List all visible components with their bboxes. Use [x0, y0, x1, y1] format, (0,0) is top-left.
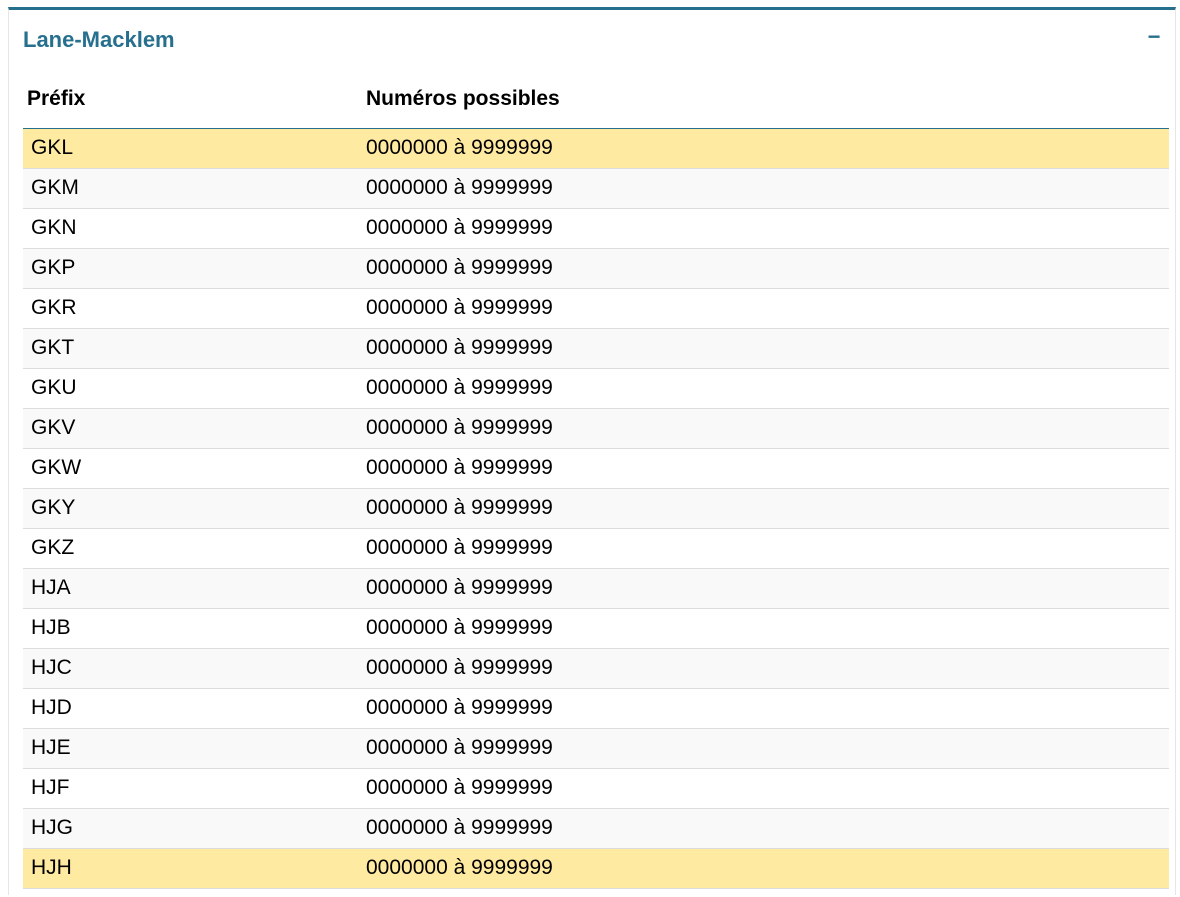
- prefix-cell: HJH: [23, 848, 366, 889]
- numbers-cell: 0000000 à 9999999: [366, 488, 1169, 529]
- numbers-cell: 0000000 à 9999999: [366, 208, 1169, 249]
- prefix-cell: GKR: [23, 288, 366, 329]
- prefix-cell: HJA: [23, 568, 366, 609]
- table-row: GKY 0000000 à 9999999: [23, 488, 1169, 529]
- prefix-cell: GKT: [23, 328, 366, 369]
- table-row: GKR 0000000 à 9999999: [23, 288, 1169, 329]
- table-row: HJG 0000000 à 9999999: [23, 808, 1169, 849]
- prefix-cell: GKP: [23, 248, 366, 289]
- prefix-cell: GKW: [23, 448, 366, 489]
- prefix-cell: HJF: [23, 768, 366, 809]
- column-header-numbers: Numéros possibles: [366, 76, 1169, 129]
- prefix-cell: HJB: [23, 608, 366, 649]
- table-header: Préfix Numéros possibles: [23, 76, 1169, 129]
- numbers-cell: 0000000 à 9999999: [366, 328, 1169, 369]
- table-row: HJB 0000000 à 9999999: [23, 608, 1169, 649]
- prefix-cell: HJE: [23, 728, 366, 769]
- numbers-cell: 0000000 à 9999999: [366, 608, 1169, 649]
- numbers-cell: 0000000 à 9999999: [366, 248, 1169, 289]
- table-row: GKT 0000000 à 9999999: [23, 328, 1169, 369]
- table-row: GKU 0000000 à 9999999: [23, 368, 1169, 409]
- table-row: GKW 0000000 à 9999999: [23, 448, 1169, 489]
- numbers-cell: 0000000 à 9999999: [366, 728, 1169, 769]
- prefix-cell: HJD: [23, 688, 366, 729]
- prefix-table: Préfix Numéros possibles GKL 0000000 à 99…: [23, 76, 1169, 889]
- table-row: HJE 0000000 à 9999999: [23, 728, 1169, 769]
- prefix-cell: GKV: [23, 408, 366, 449]
- numbers-cell: 0000000 à 9999999: [366, 368, 1169, 409]
- table-body: GKL 0000000 à 9999999 GKM 0000000 à 9999999…: [23, 128, 1169, 889]
- prefix-cell: GKU: [23, 368, 366, 409]
- table-row: GKM 0000000 à 9999999: [23, 168, 1169, 209]
- numbers-cell: 0000000 à 9999999: [366, 448, 1169, 489]
- panel-title: Lane-Macklem: [23, 27, 175, 52]
- prefix-cell: GKN: [23, 208, 366, 249]
- prefix-cell: GKY: [23, 488, 366, 529]
- numbers-cell: 0000000 à 9999999: [366, 288, 1169, 329]
- prefix-cell: GKL: [23, 128, 366, 169]
- table-row: GKV 0000000 à 9999999: [23, 408, 1169, 449]
- numbers-cell: 0000000 à 9999999: [366, 168, 1169, 209]
- numbers-cell: 0000000 à 9999999: [366, 848, 1169, 889]
- numbers-cell: 0000000 à 9999999: [366, 768, 1169, 809]
- numbers-cell: 0000000 à 9999999: [366, 808, 1169, 849]
- collapse-button[interactable]: −: [1145, 24, 1163, 50]
- column-header-prefix: Préfix: [23, 76, 366, 129]
- prefix-cell: HJC: [23, 648, 366, 689]
- table-row: HJC 0000000 à 9999999: [23, 648, 1169, 689]
- prefix-cell: GKZ: [23, 528, 366, 569]
- table-row: HJH 0000000 à 9999999: [23, 848, 1169, 889]
- numbers-cell: 0000000 à 9999999: [366, 568, 1169, 609]
- table-row: GKP 0000000 à 9999999: [23, 248, 1169, 289]
- prefix-panel: Lane-Macklem − Préfix Numéros possibles …: [8, 7, 1176, 895]
- panel-header[interactable]: Lane-Macklem −: [9, 10, 1175, 68]
- numbers-cell: 0000000 à 9999999: [366, 408, 1169, 449]
- prefix-cell: GKM: [23, 168, 366, 209]
- table-row: HJF 0000000 à 9999999: [23, 768, 1169, 809]
- table-row: HJA 0000000 à 9999999: [23, 568, 1169, 609]
- table-row: GKL 0000000 à 9999999: [23, 128, 1169, 169]
- table-row: GKN 0000000 à 9999999: [23, 208, 1169, 249]
- table-row: HJD 0000000 à 9999999: [23, 688, 1169, 729]
- prefix-cell: HJG: [23, 808, 366, 849]
- numbers-cell: 0000000 à 9999999: [366, 128, 1169, 169]
- numbers-cell: 0000000 à 9999999: [366, 528, 1169, 569]
- numbers-cell: 0000000 à 9999999: [366, 648, 1169, 689]
- table-header-row: Préfix Numéros possibles: [23, 76, 1169, 129]
- numbers-cell: 0000000 à 9999999: [366, 688, 1169, 729]
- table-row: GKZ 0000000 à 9999999: [23, 528, 1169, 569]
